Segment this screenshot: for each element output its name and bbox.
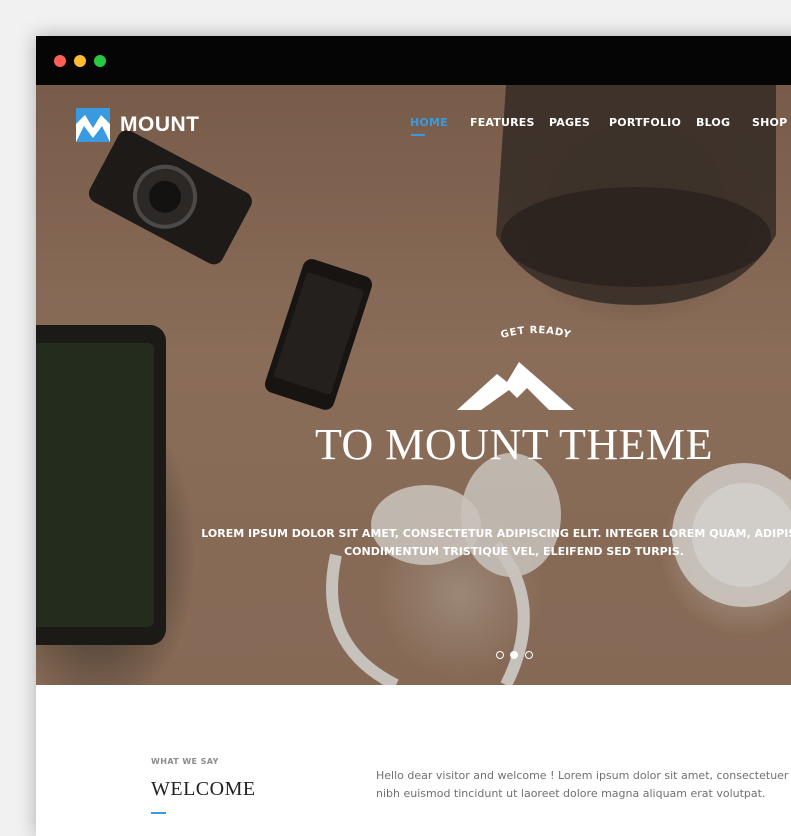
welcome-text-line-2: nibh euismod tincidunt ut laoreet dolore…	[376, 787, 766, 800]
window-titlebar	[36, 36, 791, 85]
welcome-text-line-1: Hello dear visitor and welcome ! Lorem i…	[376, 769, 791, 782]
hero-headline: TO MOUNT THEME	[314, 420, 714, 469]
nav-item-blog[interactable]: BLOG	[696, 116, 730, 129]
hero-slider: MOUNT HOME FEATURES PAGES PORTFOLIO BLOG…	[36, 85, 791, 685]
slide-dot-1[interactable]	[496, 651, 504, 659]
nav-item-pages[interactable]: PAGES	[549, 116, 590, 129]
svg-text:GET READY: GET READY	[500, 325, 573, 341]
welcome-section: WHAT WE SAY WELCOME Hello dear visitor a…	[36, 685, 791, 836]
hero-subheadline-line-1: LOREM IPSUM DOLOR SIT AMET, CONSECTETUR …	[201, 527, 791, 540]
hero-subheadline: LOREM IPSUM DOLOR SIT AMET, CONSECTETUR …	[36, 525, 791, 561]
nav-item-features[interactable]: FEATURES	[470, 116, 535, 129]
nav-active-indicator	[411, 134, 425, 136]
main-navigation: HOME FEATURES PAGES PORTFOLIO BLOG SHOP	[36, 116, 791, 136]
hero-eyebrow: GET READY	[500, 325, 573, 341]
section-title: WELCOME	[151, 778, 256, 800]
hero-subheadline-line-2: CONDIMENTUM TRISTIQUE VEL, ELEIFEND SED …	[344, 545, 684, 558]
minimize-window-button[interactable]	[74, 55, 86, 67]
section-eyebrow: WHAT WE SAY	[151, 757, 219, 766]
slide-dot-3[interactable]	[525, 651, 533, 659]
maximize-window-button[interactable]	[94, 55, 106, 67]
nav-item-portfolio[interactable]: PORTFOLIO	[609, 116, 681, 129]
slide-dot-2[interactable]	[510, 651, 518, 659]
nav-item-shop[interactable]: SHOP	[752, 116, 787, 129]
welcome-text: Hello dear visitor and welcome ! Lorem i…	[376, 767, 791, 803]
section-title-underline	[151, 812, 166, 814]
mountain-icon	[457, 362, 574, 410]
nav-item-home[interactable]: HOME	[410, 116, 448, 129]
close-window-button[interactable]	[54, 55, 66, 67]
browser-window: MOUNT HOME FEATURES PAGES PORTFOLIO BLOG…	[36, 36, 791, 836]
